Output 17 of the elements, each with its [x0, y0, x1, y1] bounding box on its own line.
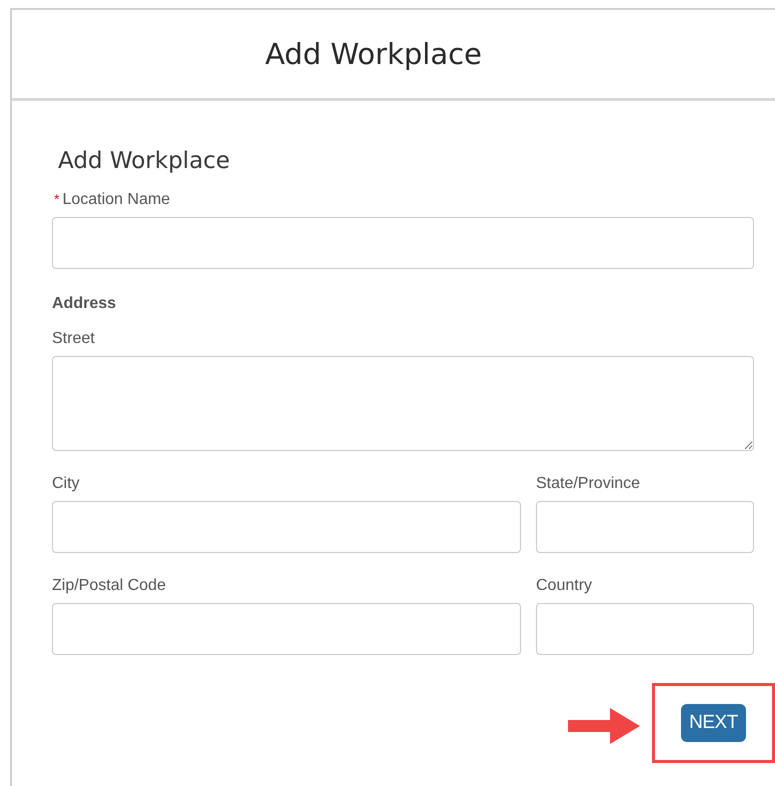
section-label: Address — [52, 295, 116, 313]
textarea-field[interactable] — [52, 356, 754, 451]
input-field[interactable] — [52, 501, 521, 553]
field-label: Street — [52, 330, 95, 348]
input-field[interactable] — [52, 217, 754, 269]
field-label: Zip/Postal Code — [52, 577, 166, 595]
field-label: State/Province — [536, 475, 640, 493]
required-mark: * — [54, 191, 60, 207]
input-field[interactable] — [536, 501, 754, 553]
field-label: Location Name — [62, 191, 170, 209]
input-field[interactable] — [536, 603, 754, 655]
dialog-title: Add Workplace — [265, 37, 482, 71]
field-label: Country — [536, 577, 592, 595]
field-label: City — [52, 475, 80, 493]
next-button[interactable]: NEXT — [681, 704, 746, 742]
input-field[interactable] — [52, 603, 521, 655]
form-heading: Add Workplace — [58, 148, 230, 174]
